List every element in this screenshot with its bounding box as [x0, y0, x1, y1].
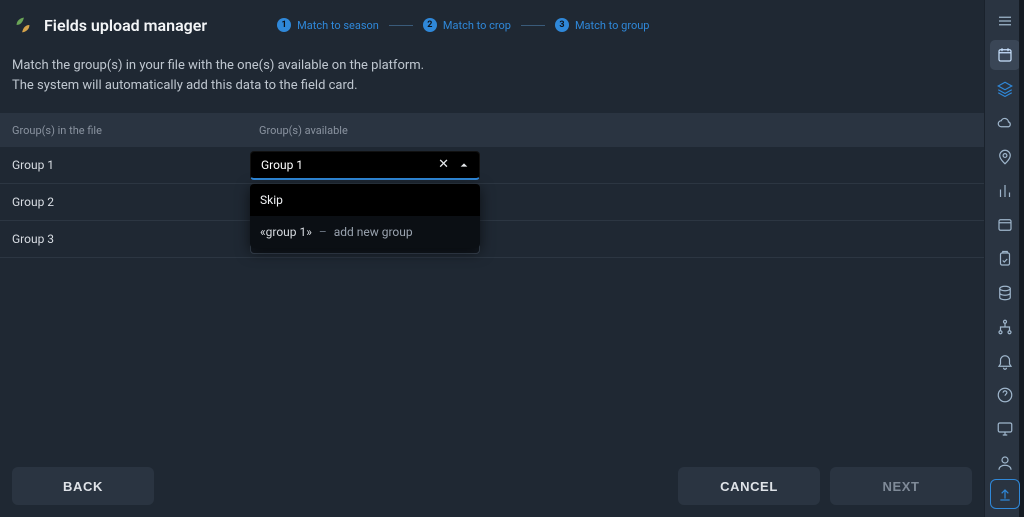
table-row: Group 3 Group name [0, 221, 984, 258]
layers-icon[interactable] [990, 74, 1020, 104]
back-button[interactable]: BACK [12, 467, 154, 505]
pin-icon[interactable] [990, 142, 1020, 172]
monitor-icon[interactable] [990, 414, 1020, 444]
close-icon[interactable]: ✕ [438, 158, 449, 171]
step-indicator: 1 Match to season 2 Match to crop 3 Matc… [277, 18, 649, 32]
hierarchy-icon[interactable] [990, 312, 1020, 342]
group-file-label: Group 1 [0, 158, 247, 172]
add-new-label: add new group [334, 225, 413, 239]
database-icon[interactable] [990, 278, 1020, 308]
window-icon[interactable] [990, 210, 1020, 240]
cancel-button[interactable]: CANCEL [678, 467, 820, 505]
select-value: Group 1 [261, 158, 303, 172]
next-button[interactable]: NEXT [830, 467, 972, 505]
upload-icon[interactable] [990, 479, 1020, 509]
column-header-available: Group(s) available [247, 124, 984, 137]
step-2[interactable]: 2 Match to crop [423, 18, 511, 32]
table-row: Group 2 Group name [0, 184, 984, 221]
app-logo [12, 14, 34, 36]
table-header: Group(s) in the file Group(s) available [0, 113, 984, 147]
clipboard-icon[interactable] [990, 244, 1020, 274]
page-description: Match the group(s) in your file with the… [0, 46, 450, 113]
user-icon[interactable] [990, 448, 1020, 478]
step-1-label: Match to season [297, 19, 379, 32]
calendar-icon[interactable] [990, 40, 1020, 70]
group-file-label: Group 2 [0, 195, 247, 209]
step-3-label: Match to group [575, 19, 650, 32]
page-title: Fields upload manager [44, 16, 207, 35]
add-new-dash: – [319, 225, 327, 239]
step-2-label: Match to crop [443, 19, 511, 32]
add-new-quote: «group 1» [260, 225, 312, 239]
footer-actions: BACK CANCEL NEXT [0, 455, 984, 517]
chevron-up-icon[interactable] [459, 160, 469, 170]
group-select-dropdown: Skip «group 1» – add new group [250, 184, 480, 248]
scrollbar[interactable] [1019, 0, 1024, 517]
step-1[interactable]: 1 Match to season [277, 18, 379, 32]
group-select[interactable]: Group 1 ✕ [250, 151, 480, 180]
step-3[interactable]: 3 Match to group [555, 18, 650, 32]
column-header-file: Group(s) in the file [0, 124, 247, 137]
step-connector [521, 25, 545, 26]
step-2-badge: 2 [423, 18, 437, 32]
step-3-badge: 3 [555, 18, 569, 32]
bell-icon[interactable] [990, 346, 1020, 376]
right-rail [984, 0, 1024, 517]
step-1-badge: 1 [277, 18, 291, 32]
bar-chart-icon[interactable] [990, 176, 1020, 206]
help-icon[interactable] [990, 380, 1020, 410]
table-row: Group 1 Group 1 ✕ Skip «group 1» – [0, 147, 984, 184]
step-connector [389, 25, 413, 26]
cloud-icon[interactable] [990, 108, 1020, 138]
dropdown-option-skip[interactable]: Skip [250, 184, 480, 216]
group-file-label: Group 3 [0, 232, 247, 246]
menu-icon[interactable] [990, 6, 1020, 36]
dropdown-option-add-new[interactable]: «group 1» – add new group [250, 216, 480, 248]
